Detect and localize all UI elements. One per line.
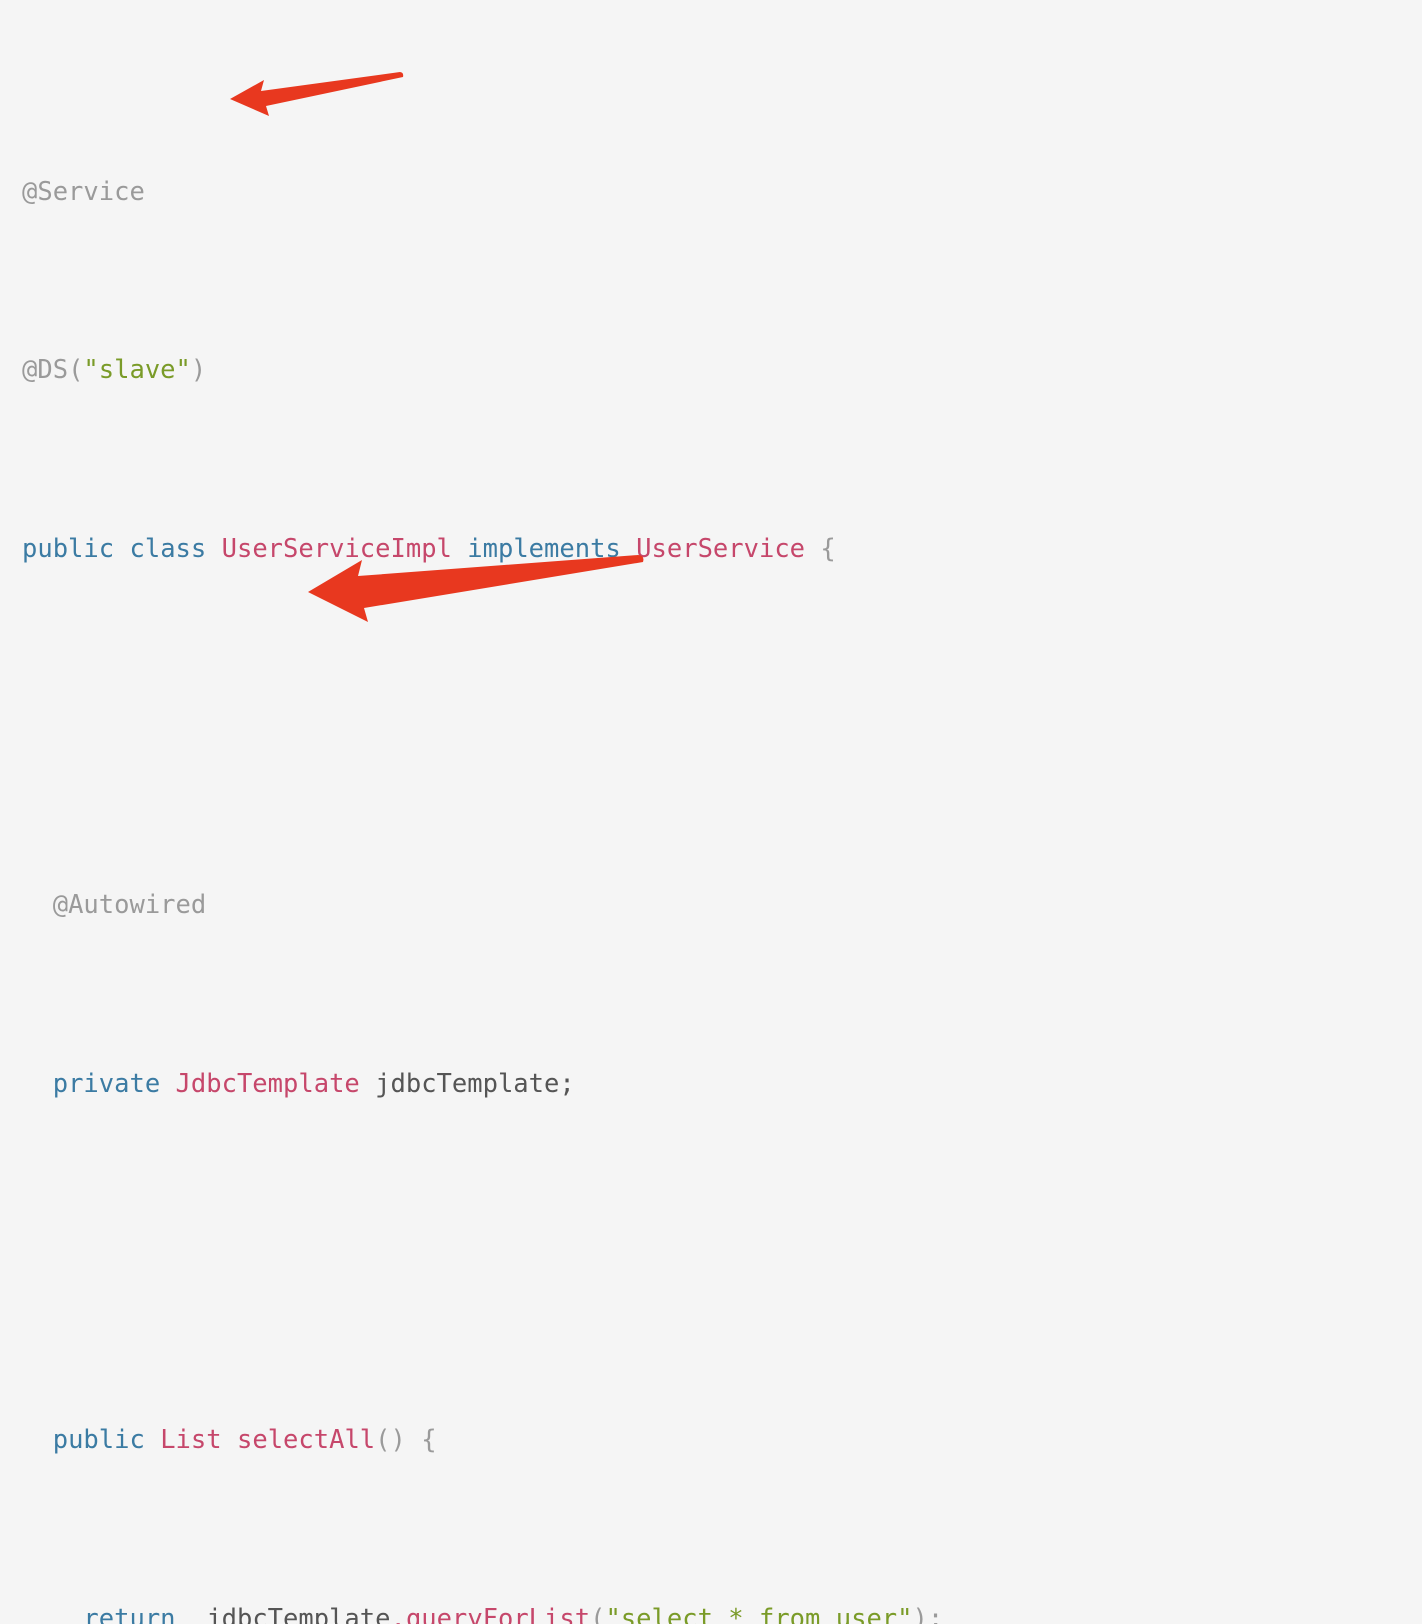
code-line-3: public class UserServiceImpl implements … [22,527,1158,572]
code-line-4-blank [22,705,1158,750]
code-listing[interactable]: @Service @DS("slave") public class UserS… [22,36,1158,1624]
string-slave: "slave" [83,355,191,386]
keyword-class: class [129,533,207,564]
type-list: List [160,1425,222,1456]
paren-open: ( [68,355,84,386]
code-line-6: private JdbcTemplate jdbcTemplate; [22,1062,1158,1107]
keyword-private: private [52,1068,161,1099]
code-line-2: @DS("slave") [22,348,1158,393]
keyword-implements: implements [467,533,621,564]
type-userservice: UserService [636,533,806,564]
code-line-1: @Service [22,170,1158,215]
paren-close: ) [190,355,207,386]
annotation-service: @Service [22,176,145,207]
keyword-return: return [83,1603,176,1624]
method-queryforlist: queryForList [405,1603,591,1624]
type-userserviceimpl: UserServiceImpl [221,533,452,564]
sql-string-selectall: "select * from user" [605,1603,913,1624]
code-line-5: @Autowired [22,883,1158,928]
method-selectall: selectAll [236,1425,376,1456]
paren-open: ( [590,1603,606,1624]
semicolon: ; [927,1603,944,1624]
annotation-ds: @DS [22,355,69,386]
member-dot: . [390,1603,406,1624]
code-surface: @Service @DS("slave") public class UserS… [0,0,1422,1624]
annotation-autowired: @Autowired [52,890,207,921]
keyword-public: public [52,1425,145,1456]
code-line-8: public List selectAll() { [22,1418,1158,1463]
code-line-9: return jdbcTemplate.queryForList("select… [22,1597,1158,1624]
type-jdbctemplate: JdbcTemplate [175,1068,360,1099]
brace-open-method: { [421,1425,437,1456]
code-line-7-blank [22,1240,1158,1285]
receiver-jdbctemplate: jdbcTemplate [206,1603,391,1624]
field-jdbctemplate: jdbcTemplate; [375,1068,575,1099]
paren-close: ) [912,1603,928,1624]
parens-empty: () [375,1425,406,1456]
keyword-public: public [22,533,115,564]
brace-open-class: { [820,533,836,564]
